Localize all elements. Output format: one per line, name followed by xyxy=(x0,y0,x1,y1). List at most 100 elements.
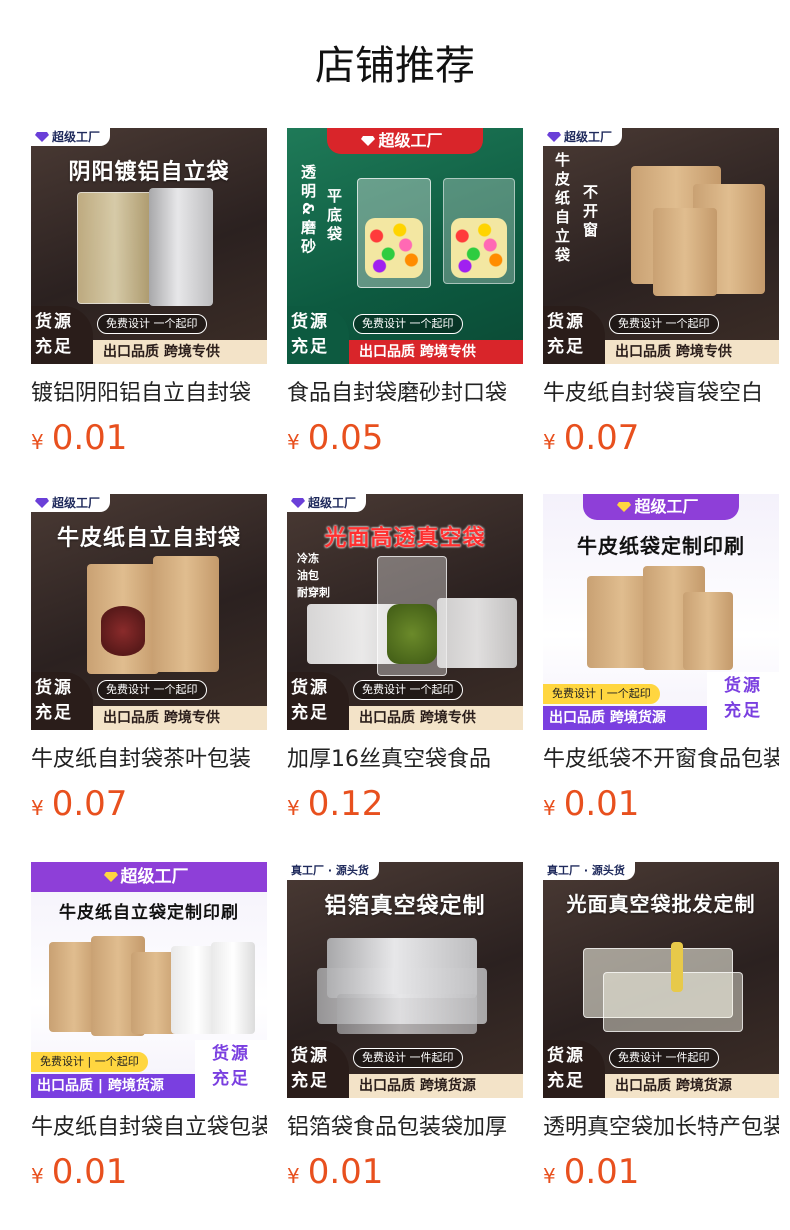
product-price: ¥ 0.01 xyxy=(543,784,779,824)
diamond-icon xyxy=(547,132,561,142)
promo-band: 货源 充足 免费设计 一个起印 出口品质 跨境专供 xyxy=(543,306,779,364)
factory-badge: 超级工厂 xyxy=(31,128,111,146)
product-title[interactable]: 牛皮纸自封袋自立袋包装 xyxy=(31,1108,267,1148)
image-side-text: 平底袋 xyxy=(325,188,343,245)
promo-strip: 出口品质 跨境货源 xyxy=(605,1074,779,1098)
price-value: 0.01 xyxy=(51,418,128,458)
price-value: 0.01 xyxy=(51,1152,128,1192)
promo-strip: 出口品质 跨境货源 xyxy=(543,706,707,730)
product-image[interactable]: 超级工厂 光面高透真空袋 冷冻 油包 耐穿刺 货源 充足 免费设计 一个起印 出口… xyxy=(287,494,523,730)
currency-symbol: ¥ xyxy=(543,796,556,820)
promo-pill: 免费设计 一个起印 xyxy=(97,314,207,334)
product-card[interactable]: 超级工厂 牛皮纸袋定制印刷 免费设计 | 一个起印 出口品质 跨境货源 货源 充足… xyxy=(543,494,779,824)
product-title[interactable]: 牛皮纸自封袋茶叶包装 xyxy=(31,740,267,780)
image-headline: 光面高透真空袋 xyxy=(324,526,486,551)
product-image[interactable]: 超级工厂 牛皮纸自立自封袋 货源 充足 免费设计 一个起印 出口品质 跨境专供 xyxy=(31,494,267,730)
promo-strip: 出口品质 跨境专供 xyxy=(349,340,523,364)
product-title[interactable]: 食品自封袋磨砂封口袋 xyxy=(287,374,523,414)
product-card[interactable]: 超级工厂 光面高透真空袋 冷冻 油包 耐穿刺 货源 充足 免费设计 一个起印 出口… xyxy=(287,494,523,824)
product-card[interactable]: 超级工厂 透明&磨砂 平底袋 货源 充足 免费设计 一个起印 出口品质 跨境专供 … xyxy=(287,128,523,458)
product-image[interactable]: 真工厂 · 源头货 光面真空袋批发定制 货源 充足 免费设计 一件起印 出口品质 … xyxy=(543,862,779,1098)
product-card[interactable]: 真工厂 · 源头货 光面真空袋批发定制 货源 充足 免费设计 一件起印 出口品质 … xyxy=(543,862,779,1192)
image-side-text: 不开窗 xyxy=(581,184,599,241)
bag-graphic xyxy=(653,208,717,296)
source-badge: 货源 充足 xyxy=(543,1040,605,1098)
source-badge: 货源 充足 xyxy=(31,672,93,730)
product-image[interactable]: 超级工厂 牛皮纸袋定制印刷 免费设计 | 一个起印 出口品质 跨境货源 货源 充足 xyxy=(543,494,779,730)
promo-band: 货源 充足 免费设计 一件起印 出口品质 跨境货源 xyxy=(287,1040,523,1098)
promo-strip: 出口品质 跨境专供 xyxy=(605,340,779,364)
factory-badge: 超级工厂 xyxy=(31,494,111,512)
factory-badge: 超级工厂 xyxy=(543,128,623,146)
bag-graphic xyxy=(77,192,153,304)
page-title: 店铺推荐 xyxy=(315,43,475,89)
product-card[interactable]: 超级工厂 牛皮纸自立自封袋 货源 充足 免费设计 一个起印 出口品质 跨境专供 牛… xyxy=(31,494,267,824)
candy-graphic xyxy=(451,218,507,278)
product-title[interactable]: 镀铝阴阳铝自立自封袋 xyxy=(31,374,267,414)
diamond-icon xyxy=(291,498,305,508)
promo-pill: 免费设计 一个起印 xyxy=(97,680,207,700)
source-badge: 货源 充足 xyxy=(707,672,779,730)
bag-graphic xyxy=(153,556,219,672)
promo-strip: 出口品质 跨境专供 xyxy=(93,706,267,730)
product-image[interactable]: 超级工厂 透明&磨砂 平底袋 货源 充足 免费设计 一个起印 出口品质 跨境专供 xyxy=(287,128,523,364)
price-value: 0.07 xyxy=(563,418,640,458)
currency-symbol: ¥ xyxy=(31,796,44,820)
diamond-icon xyxy=(35,498,49,508)
image-headline: 光面真空袋批发定制 xyxy=(566,892,756,916)
promo-pill: 免费设计 一个起印 xyxy=(353,314,463,334)
promo-band: 货源 充足 免费设计 一个起印 出口品质 跨境专供 xyxy=(287,306,523,364)
price-value: 0.01 xyxy=(563,1152,640,1192)
image-headline: 牛皮纸袋定制印刷 xyxy=(577,534,745,558)
bag-window xyxy=(101,606,145,656)
product-image[interactable]: 超级工厂 阴阳镀铝自立袋 货源 充足 免费设计 一个起印 出口品质 跨境专供 xyxy=(31,128,267,364)
image-headline: 牛皮纸自立自封袋 xyxy=(56,526,241,551)
product-image[interactable]: 真工厂 · 源头货 铝箔真空袋定制 货源 充足 免费设计 一件起印 出口品质 跨境… xyxy=(287,862,523,1098)
bag-graphic xyxy=(683,592,733,670)
product-card[interactable]: 超级工厂 牛皮纸自立袋 不开窗 货源 充足 免费设计 一个起印 出口品质 跨境专供… xyxy=(543,128,779,458)
source-badge: 货源 充足 xyxy=(31,306,93,364)
bag-graphic xyxy=(437,598,517,668)
product-price: ¥ 0.07 xyxy=(31,784,267,824)
promo-strip: 出口品质 跨境专供 xyxy=(349,706,523,730)
promo-band: 免费设计 | 一个起印 出口品质 | 跨境货源 货源 充足 xyxy=(31,1040,267,1098)
product-image[interactable]: 超级工厂 牛皮纸自立袋 不开窗 货源 充足 免费设计 一个起印 出口品质 跨境专供 xyxy=(543,128,779,364)
image-headline: 阴阳镀铝自立袋 xyxy=(68,160,230,185)
promo-band: 货源 充足 免费设计 一个起印 出口品质 跨境专供 xyxy=(287,672,523,730)
bag-graphic xyxy=(149,188,213,306)
promo-band: 免费设计 | 一个起印 出口品质 跨境货源 货源 充足 xyxy=(543,672,779,730)
product-price: ¥ 0.01 xyxy=(31,418,267,458)
product-title[interactable]: 牛皮纸自封袋盲袋空白 xyxy=(543,374,779,414)
image-note: 冷冻 油包 耐穿刺 xyxy=(297,552,330,599)
product-title[interactable]: 透明真空袋加长特产包装 xyxy=(543,1108,779,1148)
source-badge: 货源 充足 xyxy=(543,306,605,364)
product-price: ¥ 0.07 xyxy=(543,418,779,458)
source-badge: 货源 充足 xyxy=(287,306,349,364)
image-headline: 铝箔真空袋定制 xyxy=(324,894,486,919)
product-title[interactable]: 铝箔袋食品包装袋加厚 xyxy=(287,1108,523,1148)
currency-symbol: ¥ xyxy=(287,1164,300,1188)
promo-band: 货源 充足 免费设计 一件起印 出口品质 跨境货源 xyxy=(543,1040,779,1098)
product-price: ¥ 0.12 xyxy=(287,784,523,824)
promo-strip: 出口品质 跨境货源 xyxy=(349,1074,523,1098)
price-value: 0.12 xyxy=(307,784,384,824)
promo-strip: 出口品质 跨境专供 xyxy=(93,340,267,364)
product-title[interactable]: 牛皮纸袋不开窗食品包装 xyxy=(543,740,779,780)
product-card[interactable]: 超级工厂 阴阳镀铝自立袋 货源 充足 免费设计 一个起印 出口品质 跨境专供 镀铝… xyxy=(31,128,267,458)
diamond-icon xyxy=(617,502,632,512)
product-card[interactable]: 真工厂 · 源头货 铝箔真空袋定制 货源 充足 免费设计 一件起印 出口品质 跨境… xyxy=(287,862,523,1192)
image-headline: 牛皮纸自立袋定制印刷 xyxy=(59,903,239,923)
factory-badge: 超级工厂 xyxy=(31,862,267,892)
product-card[interactable]: 超级工厂 牛皮纸自立袋定制印刷 免费设计 | 一个起印 出口品质 | 跨境货源 … xyxy=(31,862,267,1192)
diamond-icon xyxy=(361,136,376,146)
diamond-icon xyxy=(103,872,118,882)
price-value: 0.01 xyxy=(307,1152,384,1192)
source-badge: 货源 充足 xyxy=(287,672,349,730)
product-image[interactable]: 超级工厂 牛皮纸自立袋定制印刷 免费设计 | 一个起印 出口品质 | 跨境货源 … xyxy=(31,862,267,1098)
factory-badge: 超级工厂 xyxy=(583,494,739,520)
currency-symbol: ¥ xyxy=(543,1164,556,1188)
promo-band: 货源 充足 免费设计 一个起印 出口品质 跨境专供 xyxy=(31,306,267,364)
product-title[interactable]: 加厚16丝真空袋食品 xyxy=(287,740,523,780)
promo-pill: 免费设计 | 一个起印 xyxy=(31,1052,148,1072)
promo-band: 货源 充足 免费设计 一个起印 出口品质 跨境专供 xyxy=(31,672,267,730)
